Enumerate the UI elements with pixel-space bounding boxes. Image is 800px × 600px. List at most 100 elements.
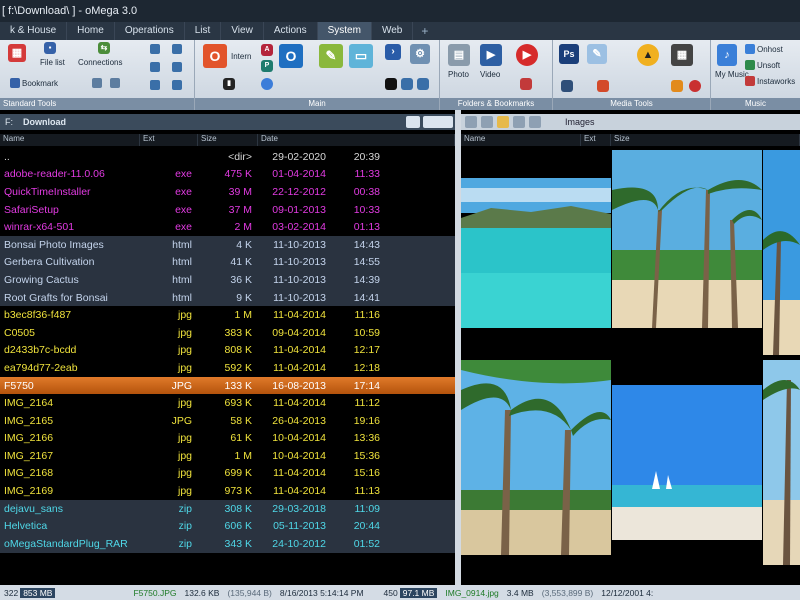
intern-label[interactable]: Intern bbox=[231, 52, 251, 61]
media-player-icon[interactable] bbox=[597, 80, 609, 92]
youtube-icon[interactable]: ▶ bbox=[516, 44, 538, 66]
add-tab-icon[interactable]: + bbox=[413, 24, 436, 38]
unsoft-button[interactable]: Unsoft bbox=[745, 60, 780, 70]
paint-icon[interactable]: ✎ bbox=[587, 44, 607, 64]
onhost-button[interactable]: Onhost bbox=[745, 44, 783, 54]
publisher-icon[interactable]: P bbox=[261, 60, 273, 72]
tree-icon[interactable] bbox=[150, 44, 160, 54]
terminal-icon[interactable]: ▮ bbox=[223, 78, 235, 90]
movie-maker-icon[interactable]: ▦ bbox=[671, 44, 693, 66]
office-icon[interactable]: O bbox=[203, 44, 227, 68]
downloads-icon[interactable] bbox=[520, 78, 532, 90]
menu-actions[interactable]: Actions bbox=[264, 22, 318, 40]
my-music-label[interactable]: My Music bbox=[715, 70, 749, 79]
table-row[interactable]: C0505 jpg 383 K 09-04-2014 10:59 bbox=[0, 324, 455, 342]
list-view-icon[interactable] bbox=[513, 116, 525, 128]
music-note-icon[interactable]: ♪ bbox=[717, 44, 737, 66]
up-icon[interactable] bbox=[481, 116, 493, 128]
thumbnail-view-icon[interactable] bbox=[497, 116, 509, 128]
left-path-bar[interactable]: F: Download bbox=[0, 114, 455, 130]
table-row[interactable]: Bonsai Photo Images html 4 K 11-10-2013 14:4… bbox=[0, 235, 455, 254]
properties-icon[interactable] bbox=[172, 44, 182, 54]
instaworks-button[interactable]: Instaworks bbox=[745, 76, 795, 86]
record-icon[interactable] bbox=[689, 80, 701, 92]
editor-icon[interactable]: ✎ bbox=[319, 44, 343, 68]
video-folder-icon[interactable]: ▶ bbox=[480, 44, 502, 66]
table-row[interactable]: Gerbera Cultivation html 41 K 11-10-2013 14:… bbox=[0, 253, 455, 272]
photo-label[interactable]: Photo bbox=[448, 70, 469, 79]
right-path-bar[interactable]: Images bbox=[461, 114, 800, 130]
layout-icon[interactable] bbox=[172, 62, 182, 72]
menu-list[interactable]: List bbox=[185, 22, 222, 40]
table-row[interactable]: SafariSetup exe 37 M 09-01-2013 10:33 bbox=[0, 201, 455, 219]
file-list-label[interactable]: File list bbox=[40, 58, 65, 67]
col-ext-right[interactable]: Ext bbox=[581, 134, 611, 146]
table-row[interactable]: d2433b7c-bcdd jpg 808 K 11-04-2014 12:17 bbox=[0, 342, 455, 360]
table-row[interactable]: dejavu_sans zip 308 K 29-03-2018 11:09 bbox=[0, 499, 455, 518]
network-icon[interactable]: ⚙ bbox=[410, 44, 430, 64]
cmd-icon[interactable] bbox=[385, 78, 397, 90]
camera-icon[interactable] bbox=[561, 80, 573, 92]
table-row[interactable]: ea794d77-2eab jpg 592 K 11-04-2014 12:18 bbox=[0, 359, 455, 377]
refresh-path-icon[interactable] bbox=[406, 116, 420, 128]
folder-label[interactable]: Download bbox=[18, 117, 71, 127]
table-row[interactable]: adobe-reader-11.0.06 exe 475 K 01-04-2014 11… bbox=[0, 166, 455, 184]
table-row-selected[interactable]: F5750 JPG 133 K 16-08-2013 17:14 bbox=[0, 376, 455, 395]
chrome-icon[interactable] bbox=[261, 78, 273, 90]
table-row[interactable]: winrar-x64-501 exe 2 M 03-02-2014 01:13 bbox=[0, 218, 455, 236]
col-size[interactable]: Size bbox=[198, 134, 258, 146]
col-date[interactable]: Date bbox=[258, 134, 455, 146]
detail-view-icon[interactable] bbox=[529, 116, 541, 128]
table-row[interactable]: .. <dir> 29-02-2020 20:39 bbox=[0, 148, 455, 166]
warning-icon[interactable] bbox=[671, 80, 683, 92]
table-row[interactable]: IMG_2169 jpg 973 K 11-04-2014 11:13 bbox=[0, 482, 455, 500]
back-icon[interactable] bbox=[465, 116, 477, 128]
powershell-icon[interactable]: › bbox=[385, 44, 401, 60]
bookmark-button[interactable]: Bookmark bbox=[10, 78, 58, 88]
col-size-right[interactable]: Size bbox=[611, 134, 800, 146]
images-folder-label[interactable]: Images bbox=[565, 117, 595, 127]
table-row[interactable]: IMG_2166 jpg 61 K 10-04-2014 13:36 bbox=[0, 430, 455, 448]
filter-icon[interactable] bbox=[172, 80, 182, 90]
screen-icon[interactable] bbox=[401, 78, 413, 90]
table-row[interactable]: Root Grafts for Bonsai html 9 K 11-10-2013 1… bbox=[0, 288, 455, 307]
thumbnail-lagoon[interactable] bbox=[461, 178, 611, 328]
copy-path-icon[interactable] bbox=[110, 78, 120, 88]
photoshop-icon[interactable]: Ps bbox=[559, 44, 579, 64]
access-icon[interactable]: A bbox=[261, 44, 273, 56]
vlc-icon[interactable]: ▲ bbox=[637, 44, 659, 66]
copy-icon[interactable]: ▦ bbox=[8, 44, 26, 62]
table-row[interactable]: IMG_2168 jpg 699 K 11-04-2014 15:16 bbox=[0, 465, 455, 483]
menu-operations[interactable]: Operations bbox=[115, 22, 185, 40]
table-row[interactable]: IMG_2164 jpg 693 K 11-04-2014 11:12 bbox=[0, 394, 455, 412]
menu-web[interactable]: Web bbox=[372, 22, 414, 40]
col-name-right[interactable]: Name bbox=[461, 134, 581, 146]
table-row[interactable]: Helvetica zip 606 K 05-11-2013 20:44 bbox=[0, 517, 455, 536]
go-icon[interactable] bbox=[423, 116, 453, 128]
col-ext[interactable]: Ext bbox=[140, 134, 198, 146]
calc-icon[interactable] bbox=[417, 78, 429, 90]
table-row[interactable]: IMG_2167 jpg 1 M 10-04-2014 15:36 bbox=[0, 447, 455, 465]
connections-label[interactable]: Connections bbox=[78, 58, 122, 67]
thumbnail-palm-beach[interactable] bbox=[612, 150, 762, 328]
outlook-icon[interactable]: O bbox=[279, 44, 303, 68]
connections-icon[interactable]: ⇆ bbox=[98, 42, 110, 54]
thumbnail-sailboat-beach[interactable] bbox=[612, 385, 762, 540]
table-row[interactable]: QuickTimeInstaller exe 39 M 22-12-2012 00:38 bbox=[0, 183, 455, 201]
save-icon[interactable]: ▪ bbox=[44, 42, 56, 54]
thumbnail-palm-garden[interactable] bbox=[461, 360, 611, 555]
table-row[interactable]: Growing Cactus html 36 K 11-10-2013 14:39 bbox=[0, 271, 455, 289]
table-row[interactable]: IMG_2165 JPG 58 K 26-04-2013 19:16 bbox=[0, 412, 455, 430]
menu-house[interactable]: k & House bbox=[0, 22, 68, 40]
drive-label[interactable]: F: bbox=[0, 117, 18, 127]
split-icon[interactable] bbox=[150, 62, 160, 72]
sort-icon[interactable] bbox=[150, 80, 160, 90]
menu-system[interactable]: System bbox=[317, 22, 372, 40]
photo-folder-icon[interactable]: ▤ bbox=[448, 44, 470, 66]
menu-view[interactable]: View bbox=[221, 22, 264, 40]
table-row[interactable]: oMegaStandardPlug_RAR zip 343 K 24-10-2012 0… bbox=[0, 535, 455, 553]
col-name[interactable]: Name bbox=[0, 134, 140, 146]
notes-icon[interactable]: ▭ bbox=[349, 44, 373, 68]
thumbnail-palm-shore[interactable] bbox=[763, 360, 800, 565]
thumbnail-palm-right[interactable] bbox=[763, 150, 800, 355]
